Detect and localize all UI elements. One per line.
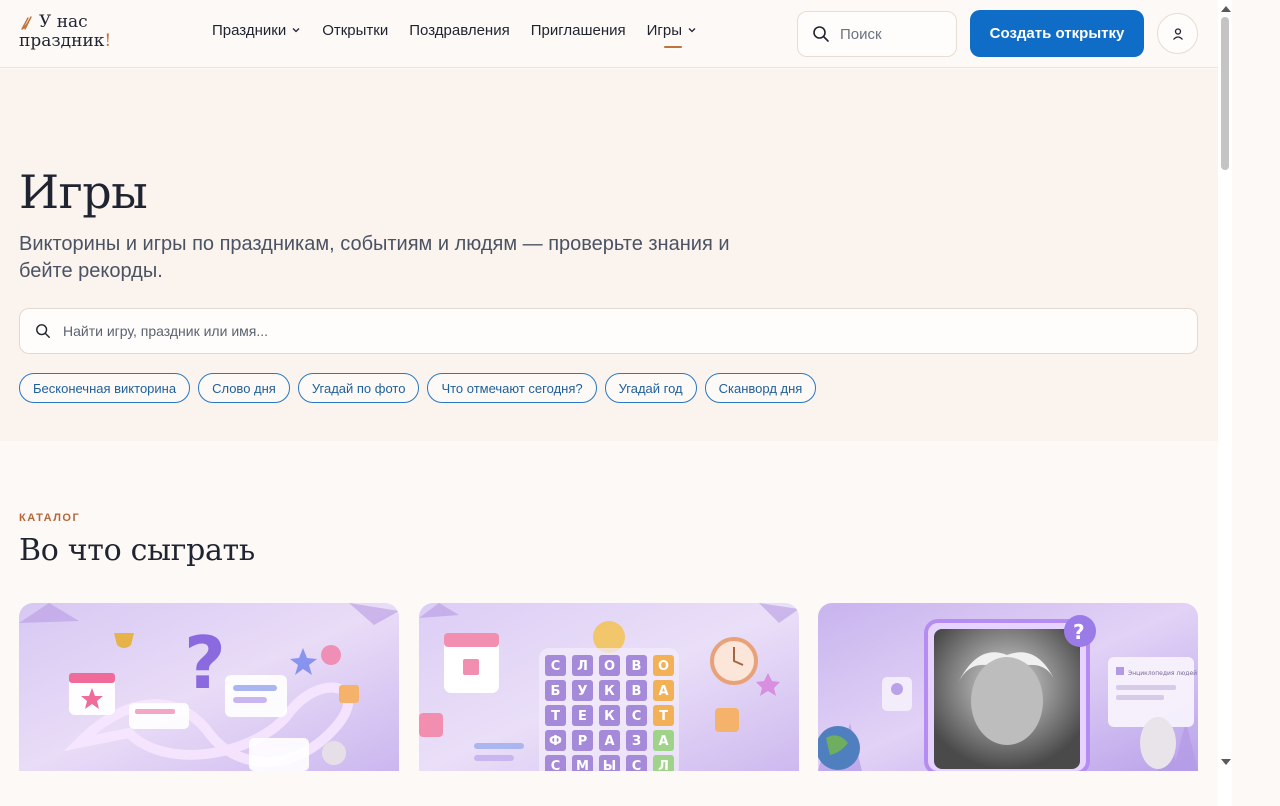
logo-exclamation: ! (104, 31, 112, 51)
game-card-infinite-quiz[interactable]: ? (19, 603, 399, 771)
games-search-input[interactable]: Найти игру, праздник или имя... (19, 308, 1198, 354)
header-search-button[interactable]: Поиск (797, 11, 957, 57)
svg-text:?: ? (184, 621, 226, 705)
nav-item-games[interactable]: Игры (646, 20, 697, 48)
encyclopedia-caption: Энциклопедия людей (1128, 670, 1197, 677)
letter-tile-char: С (551, 659, 561, 674)
letter-tile-char: С (632, 709, 642, 724)
hero-section: Игры Викторины и игры по праздникам, соб… (0, 69, 1218, 441)
svg-text:?: ? (1073, 620, 1085, 644)
letter-tile-char: А (658, 734, 668, 749)
game-card-guess-by-photo[interactable]: ? Энциклопедия людей (818, 603, 1198, 771)
nav-label: Игры (646, 21, 682, 39)
chip-what-today[interactable]: Что отмечают сегодня? (427, 373, 597, 403)
logo-line2: праздник (19, 31, 105, 51)
nav-label: Приглашения (530, 21, 626, 39)
search-icon (36, 324, 50, 338)
nav-item-cards[interactable]: Открытки (322, 20, 388, 40)
chip-crossword-day[interactable]: Сканворд дня (704, 373, 817, 403)
letter-tile-char: С (551, 759, 561, 771)
nav-label: Открытки (322, 21, 389, 39)
create-card-button[interactable]: Создать открытку (970, 10, 1144, 57)
chip-guess-year[interactable]: Угадай год (604, 373, 697, 403)
chevron-down-icon (688, 28, 696, 33)
nav-item-greetings[interactable]: Поздравления (409, 20, 509, 40)
site-logo[interactable]: У нас праздник! (19, 13, 129, 51)
guess-by-photo-illustration: ? Энциклопедия людей (818, 603, 1198, 771)
page-subtitle: Викторины и игры по праздникам, событиям… (19, 233, 730, 282)
user-icon (1172, 27, 1183, 40)
letter-tile-char: Р (578, 734, 588, 749)
nav-label: Праздники (212, 21, 287, 39)
nav-item-holidays[interactable]: Праздники (212, 20, 301, 40)
catalog-title: Во что сыграть (19, 533, 255, 568)
pen-nib-icon (21, 16, 32, 30)
letter-tile-char: О (658, 659, 669, 674)
header-search-label: Поиск (840, 25, 882, 43)
letter-tile-char: О (604, 659, 615, 674)
letter-tile-char: З (632, 734, 641, 749)
chip-word-of-day[interactable]: Слово дня (198, 373, 290, 403)
nav-item-invitations[interactable]: Приглашения (531, 20, 626, 40)
letter-tile-char: Л (658, 759, 669, 771)
letter-tile-char: В (632, 659, 642, 674)
letter-tile-char: С (632, 759, 642, 771)
nav-label: Поздравления (409, 21, 510, 39)
chevron-down-icon (292, 28, 300, 33)
page-scrollbar[interactable] (1218, 0, 1232, 806)
games-search-placeholder: Найти игру, праздник или имя... (63, 323, 269, 339)
chip-guess-by-photo[interactable]: Угадай по фото (297, 373, 420, 403)
page-title: Игры (19, 165, 148, 219)
letter-tile-char: Б (551, 684, 561, 699)
catalog-eyebrow: КАТАЛОГ (19, 512, 81, 524)
letter-tile-char: М (576, 759, 589, 771)
letter-tile-char: Т (659, 709, 668, 724)
word-of-day-illustration: С Л О В ОБ У К В АТ Е К С ТФ Р А З АС М Ы С Л (419, 603, 799, 771)
scroll-up-arrow-icon[interactable] (1221, 6, 1231, 12)
letter-tile-char: К (604, 709, 615, 724)
letter-tile-char: А (658, 684, 668, 699)
game-card-word-of-day[interactable]: СЛОВОБУКВАТЕКСТФРАЗАСМЫСЛ (419, 603, 799, 771)
site-header: У нас праздник! Праздники Открытки Поздр… (0, 0, 1218, 68)
letter-tile-char: Е (578, 709, 587, 724)
scroll-thumb[interactable] (1221, 17, 1229, 170)
letter-tile-char: В (632, 684, 642, 699)
letter-tile-char: Т (551, 709, 560, 724)
letter-tile-char: Л (577, 659, 588, 674)
quick-links: Бесконечная викторина Слово дня Угадай п… (19, 373, 824, 403)
user-account-button[interactable] (1157, 13, 1198, 54)
letter-tile-char: А (604, 734, 614, 749)
search-icon (813, 26, 829, 42)
letter-tile-char: У (577, 684, 587, 699)
infinite-quiz-illustration: ? (19, 603, 399, 771)
chip-endless-quiz[interactable]: Бесконечная викторина (19, 373, 191, 403)
letter-tile-char: Ф (549, 734, 562, 749)
logo-line1: У нас (39, 12, 88, 32)
letter-tile-char: Ы (603, 759, 616, 771)
letter-tile-char: К (604, 684, 615, 699)
scroll-down-arrow-icon[interactable] (1221, 759, 1231, 765)
main-nav: Праздники Открытки Поздравления Приглаше… (212, 20, 718, 48)
